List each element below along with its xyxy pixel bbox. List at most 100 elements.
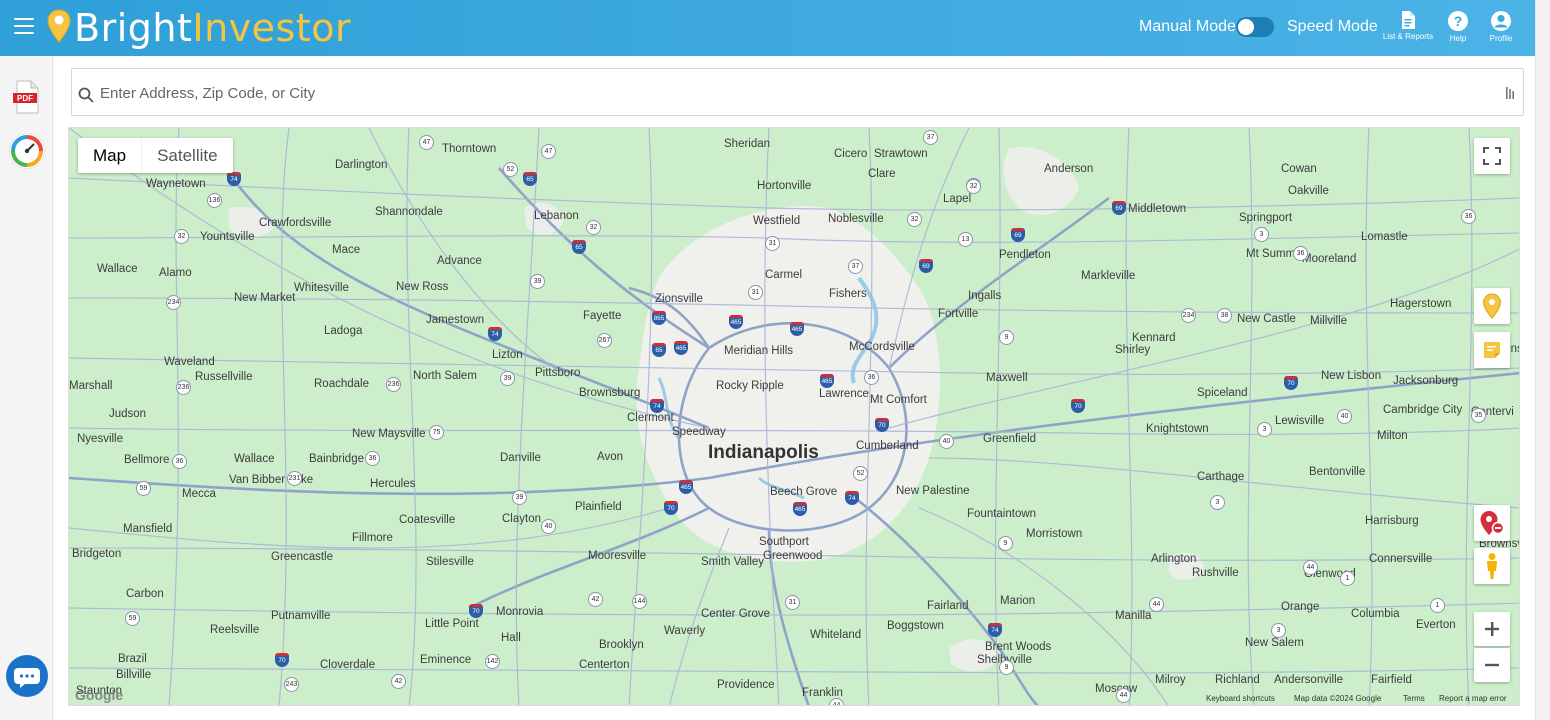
route-shield-icon: 40	[1337, 409, 1352, 424]
interstate-shield-icon: 65	[572, 240, 586, 254]
route-shield-icon: 40	[939, 434, 954, 449]
interstate-shield-icon: 69	[919, 259, 933, 273]
terms-link[interactable]: Terms	[1403, 694, 1425, 703]
route-shield-icon: 42	[391, 674, 406, 689]
google-logo: Google	[75, 687, 124, 703]
interstate-shield-icon: 70	[664, 501, 678, 515]
route-shield-icon: 36	[1461, 209, 1476, 224]
route-shield-icon: 9	[999, 330, 1014, 345]
note-icon	[1484, 342, 1500, 358]
interstate-shield-icon: 74	[227, 172, 241, 186]
svg-text:PDF: PDF	[17, 94, 33, 103]
fullscreen-button[interactable]	[1474, 138, 1510, 174]
route-shield-icon: 52	[503, 162, 518, 177]
red-pin-remove-icon	[1480, 511, 1505, 535]
app-header: Bright Investor Manual Mode Speed Mode Li…	[0, 0, 1535, 56]
route-shield-icon: 236	[176, 380, 191, 395]
route-shield-icon: 39	[512, 490, 527, 505]
report-map-error-link[interactable]: Report a map error	[1439, 694, 1507, 703]
interstate-shield-icon: 65	[523, 172, 537, 186]
location-pin-logo-icon	[47, 9, 71, 43]
page-scrollbar[interactable]	[1535, 0, 1550, 720]
route-shield-icon: 142	[485, 654, 500, 669]
route-shield-icon: 38	[1217, 308, 1232, 323]
route-shield-icon: 31	[785, 595, 800, 610]
route-shield-icon: 144	[632, 594, 647, 609]
keyboard-shortcuts-link[interactable]: Keyboard shortcuts	[1206, 694, 1275, 703]
route-shield-icon: 3	[1254, 227, 1269, 242]
interstate-shield-icon: 70	[275, 653, 289, 667]
address-search-bar	[71, 68, 1524, 116]
route-shield-icon: 42	[588, 592, 603, 607]
pdf-file-icon: PDF	[13, 80, 39, 114]
hamburger-menu-icon[interactable]	[14, 18, 34, 36]
speed-mode-label: Speed Mode	[1287, 18, 1378, 35]
remove-pin-button[interactable]	[1474, 505, 1510, 541]
zoom-in-button[interactable]	[1474, 612, 1510, 646]
interstate-shield-icon: 74	[988, 623, 1002, 637]
route-shield-icon: 243	[284, 677, 299, 692]
place-pin-button[interactable]	[1474, 288, 1510, 324]
logo-text-investor: Investor	[192, 6, 352, 50]
route-shield-icon: 267	[597, 333, 612, 348]
document-icon	[1402, 11, 1415, 29]
route-shield-icon: 9	[999, 660, 1014, 675]
route-shield-icon: 1	[1340, 571, 1355, 586]
interstate-shield-icon: 70	[469, 604, 483, 618]
route-shield-icon: 32	[174, 229, 189, 244]
route-shield-icon: 236	[386, 377, 401, 392]
filter-sliders-icon[interactable]	[1505, 86, 1515, 100]
route-shield-icon: 36	[172, 454, 187, 469]
route-shield-icon: 47	[541, 144, 556, 159]
interstate-shield-icon: 465	[674, 341, 688, 355]
left-toolbar: PDF	[0, 56, 53, 720]
profile-label: Profile	[1489, 34, 1513, 43]
route-shield-icon: 13	[958, 232, 973, 247]
route-shield-icon: 32	[966, 179, 981, 194]
route-shield-icon: 9	[998, 536, 1013, 551]
interstate-shield-icon: 70	[1071, 399, 1085, 413]
route-shield-icon: 39	[530, 274, 545, 289]
street-view-pegman[interactable]	[1474, 548, 1510, 584]
interstate-shield-icon: 69	[1112, 201, 1126, 215]
route-shield-icon: 37	[848, 259, 863, 274]
pdf-export-button[interactable]: PDF	[13, 80, 41, 114]
interstate-shield-icon: 74	[488, 327, 502, 341]
zoom-out-button[interactable]	[1474, 648, 1510, 682]
brightinvestor-logo[interactable]: Bright Investor	[46, 6, 351, 50]
route-shield-icon: 3	[1210, 495, 1225, 510]
speedometer-gauge-icon	[11, 135, 43, 167]
route-shield-icon: 32	[586, 220, 601, 235]
pegman-icon	[1487, 553, 1497, 579]
profile-avatar-icon	[1491, 11, 1511, 31]
map-type-satellite-button[interactable]: Satellite	[141, 138, 232, 173]
google-map[interactable]: Indianapolis Darlington Thorntown Waynetown…	[68, 127, 1520, 706]
search-icon	[78, 87, 94, 103]
route-shield-icon: 44	[1116, 688, 1131, 703]
fullscreen-icon	[1483, 147, 1501, 165]
chat-button[interactable]	[6, 655, 48, 697]
interstate-shield-icon: 465	[820, 374, 834, 388]
interstate-shield-icon: 465	[679, 480, 693, 494]
mode-toggle-switch[interactable]	[1236, 17, 1274, 37]
minus-icon	[1485, 663, 1499, 667]
map-type-map-button[interactable]: Map	[78, 138, 141, 173]
interstate-shield-icon: 69	[1011, 228, 1025, 242]
route-shield-icon: 32	[907, 212, 922, 227]
route-shield-icon: 3	[1257, 422, 1272, 437]
interstate-shield-icon: 70	[875, 418, 889, 432]
interstate-shield-icon: 465	[729, 315, 743, 329]
route-shield-icon: 36	[864, 370, 879, 385]
interstate-shield-icon: 70	[1284, 376, 1298, 390]
manual-mode-label: Manual Mode	[1139, 18, 1236, 35]
interstate-shield-icon: 74	[845, 491, 859, 505]
interstate-shield-icon: 74	[650, 399, 664, 413]
address-search-input[interactable]	[100, 81, 1480, 105]
notes-button[interactable]	[1474, 332, 1510, 368]
map-base-layer	[69, 128, 1519, 705]
route-shield-icon: 31	[748, 285, 763, 300]
map-type-control: Map Satellite	[78, 138, 233, 173]
profile-button[interactable]: Profile	[1471, 10, 1531, 43]
speedometer-button[interactable]	[9, 133, 45, 169]
yellow-pin-icon	[1482, 293, 1502, 319]
